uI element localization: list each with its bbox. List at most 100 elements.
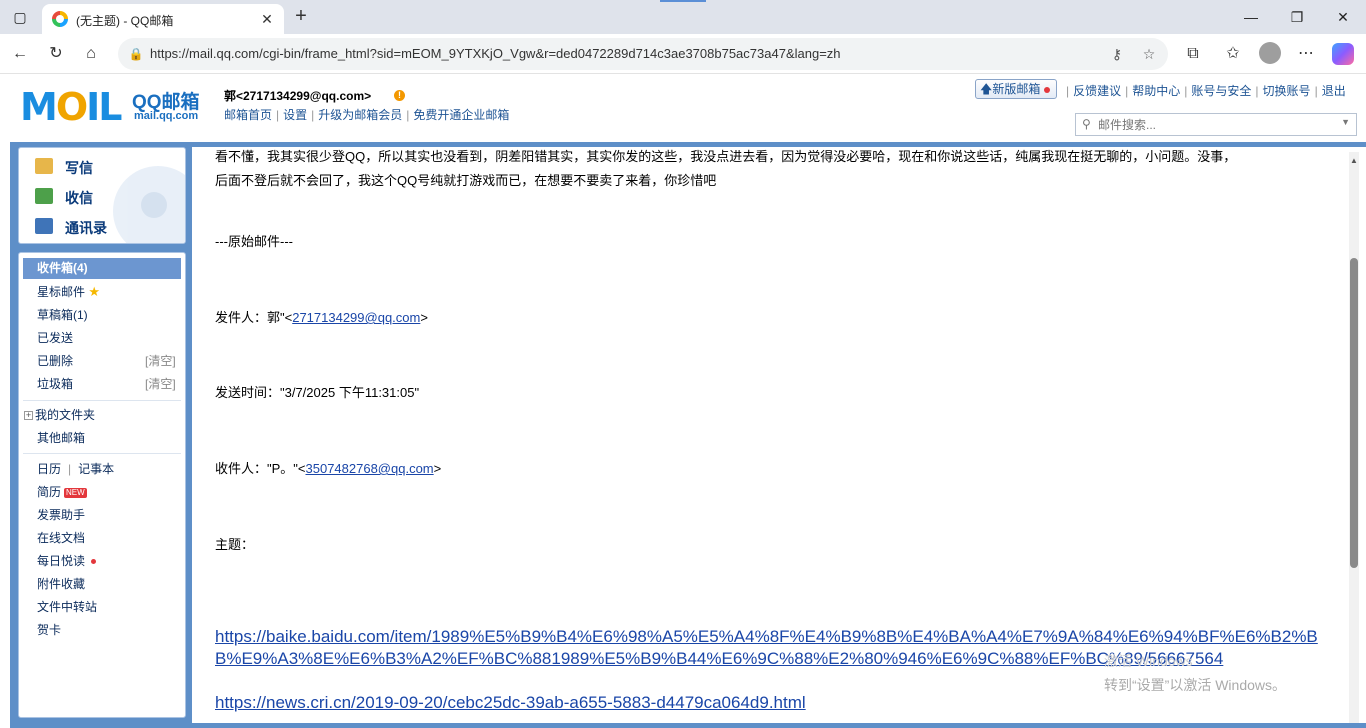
contacts-card-icon [35,218,53,234]
close-tab-icon[interactable]: ✕ [258,10,276,28]
sidebar-item-sent[interactable]: 已发送 [37,329,73,346]
home-icon[interactable]: ⌂ [80,43,102,65]
sidebar-item-resume[interactable]: 简历 NEW [37,483,87,500]
sidebar-item-other-mail[interactable]: 其他邮箱 [37,429,85,446]
sidebar-item-invoice[interactable]: 发票助手 [37,506,85,523]
sidebar-item-deleted[interactable]: 已删除 [清空] [37,352,176,369]
chevron-down-icon[interactable]: ▼ [1341,117,1350,127]
logo-domain: mail.qq.com [134,110,199,122]
penguin-decoration [113,166,185,243]
link-switch-account[interactable]: 切换账号 [1263,84,1311,98]
calendar-link[interactable]: 日历 [37,462,61,476]
original-to: 收件人："P。"<3507482768@qq.com> [215,457,1315,481]
account-warning-icon[interactable]: ! [394,90,405,101]
resume-label: 简历 [37,485,62,499]
link-help[interactable]: 帮助中心 [1132,84,1180,98]
notification-dot-icon [1044,86,1051,93]
new-version-button[interactable]: 🡅新版邮箱 [975,79,1057,99]
to-end: > [433,461,442,476]
link-settings[interactable]: 设置 [283,108,307,122]
more-icon[interactable]: ⋯ [1295,43,1317,65]
account-name[interactable]: 郭<2717134299@qq.com> [224,87,371,104]
compose-label: 写信 [65,160,93,176]
sidebar-item-my-folders[interactable]: + 我的文件夹 [24,406,95,423]
scroll-thumb[interactable] [1350,258,1358,568]
address-bar[interactable]: 🔒 https://mail.qq.com/cgi-bin/frame_html… [118,38,1168,70]
close-window-icon[interactable]: ✕ [1334,8,1352,26]
mail-header: MOIL QQ邮箱 mail.qq.com 郭<2717134299@qq.co… [0,75,1366,143]
sidebar-item-daily-read[interactable]: 每日悦读 [37,552,97,569]
refresh-icon[interactable]: ↻ [45,43,67,65]
new-version-label: 新版邮箱 [992,82,1041,96]
clear-spam-link[interactable]: [清空] [145,375,176,392]
favorite-star-icon[interactable]: ☆ [1140,45,1158,63]
sidebar-item-online-docs[interactable]: 在线文档 [37,529,85,546]
mail-search-input[interactable] [1098,116,1328,133]
tab-title: (无主题) - QQ邮箱 [76,14,174,28]
sidebar-item-spam[interactable]: 垃圾箱 [清空] [37,375,176,392]
clear-deleted-link[interactable]: [清空] [145,352,176,369]
contacts-label: 通讯录 [65,220,107,236]
link-logout[interactable]: 退出 [1322,84,1346,98]
qqmail-favicon-icon [52,11,68,27]
link-mail-home[interactable]: 邮箱首页 [224,108,272,122]
quick-actions-panel: 写信 收信 通讯录 [18,147,186,244]
to-label: 收件人："P。"< [215,461,306,476]
from-end: > [420,310,428,325]
top-links: | 反馈建议 | 帮助中心 | 账号与安全 | 切换账号 | 退出 [1066,84,1346,98]
from-email-link[interactable]: 2717134299@qq.com [292,310,420,325]
link-feedback[interactable]: 反馈建议 [1073,84,1121,98]
sidebar-item-attachments[interactable]: 附件收藏 [37,575,85,592]
copilot-icon[interactable] [1332,43,1354,65]
separator: | [276,108,280,122]
browser-tab[interactable]: (无主题) - QQ邮箱 ✕ [42,4,284,34]
sidebar-item-inbox[interactable]: 收件箱(4) [23,258,181,279]
sidebar-item-starred[interactable]: 星标邮件 ★ [37,283,100,300]
link-account-security[interactable]: 账号与安全 [1191,84,1251,98]
my-folders-label: 我的文件夹 [35,408,96,422]
original-mail-marker: ---原始邮件--- [215,234,293,249]
browser-tab-bar: ▢ (无主题) - QQ邮箱 ✕ + — ❐ ✕ [0,0,1366,34]
link-upgrade-vip[interactable]: 升级为邮箱会员 [318,108,402,122]
daily-read-label: 每日悦读 [37,554,86,568]
mail-search-box[interactable]: ⚲ ▼ [1075,113,1357,136]
sidebar-item-file-transfer[interactable]: 文件中转站 [37,598,97,615]
sidebar-item-calendar-notebook: 日历 | 记事本 [37,462,115,476]
new-tab-icon[interactable]: + [290,5,312,27]
sidebar-item-drafts[interactable]: 草稿箱(1) [37,306,88,323]
separator: | [406,108,410,122]
news-link[interactable]: https://news.cri.cn/2019-09-20/cebc25dc-… [215,692,1325,714]
maximize-icon[interactable]: ❐ [1288,8,1306,26]
divider [23,453,181,454]
starred-label: 星标邮件 [37,285,86,299]
compose-pencil-icon [35,158,53,174]
minimize-icon[interactable]: — [1242,8,1260,26]
search-icon: ⚲ [1082,117,1091,131]
notebook-link[interactable]: 记事本 [78,462,114,476]
to-email-link[interactable]: 3507482768@qq.com [306,461,434,476]
original-sent-time: 发送时间："3/7/2025 下午11:31:05" [215,385,420,400]
sidebar-folders: 收件箱(4) 星标邮件 ★ 草稿箱(1) 已发送 已删除 [清空] 垃圾箱 [清空]… [18,252,186,718]
browser-toolbar: ← ↻ ⌂ 🔒 https://mail.qq.com/cgi-bin/fram… [0,34,1366,74]
activate-windows-text: 转到“设置”以激活 Windows。 [1104,677,1287,693]
expand-plus-icon[interactable]: + [24,411,33,421]
original-subject: 主题： [215,537,255,552]
separator: | [311,108,315,122]
link-enterprise-mail[interactable]: 免费开通企业邮箱 [413,108,509,122]
tab-actions-icon[interactable]: ▢ [11,8,29,26]
header-sublinks: 邮箱首页 | 设置 | 升级为邮箱会员 | 免费开通企业邮箱 [224,106,509,123]
qqmail-logo[interactable]: MOIL [20,85,123,129]
sidebar-item-greeting-card[interactable]: 贺卡 [37,621,61,638]
site-info-icon[interactable]: 🔒 [128,46,144,62]
from-label: 发件人：郭"< [215,310,293,325]
url-text[interactable]: https://mail.qq.com/cgi-bin/frame_html?s… [150,46,841,61]
favorites-icon[interactable]: ✩ [1222,43,1244,65]
back-icon[interactable]: ← [9,43,31,65]
profile-icon[interactable] [1259,42,1281,64]
up-arrow-icon: 🡅 [980,82,993,96]
extensions-icon[interactable]: ⧉ [1182,43,1204,65]
activate-windows-title: 激活 Windows [1104,653,1193,669]
scroll-up-icon[interactable]: ▲ [1350,156,1358,165]
logo-word: MOIL [20,85,123,129]
password-key-icon[interactable]: ⚷ [1108,45,1126,63]
